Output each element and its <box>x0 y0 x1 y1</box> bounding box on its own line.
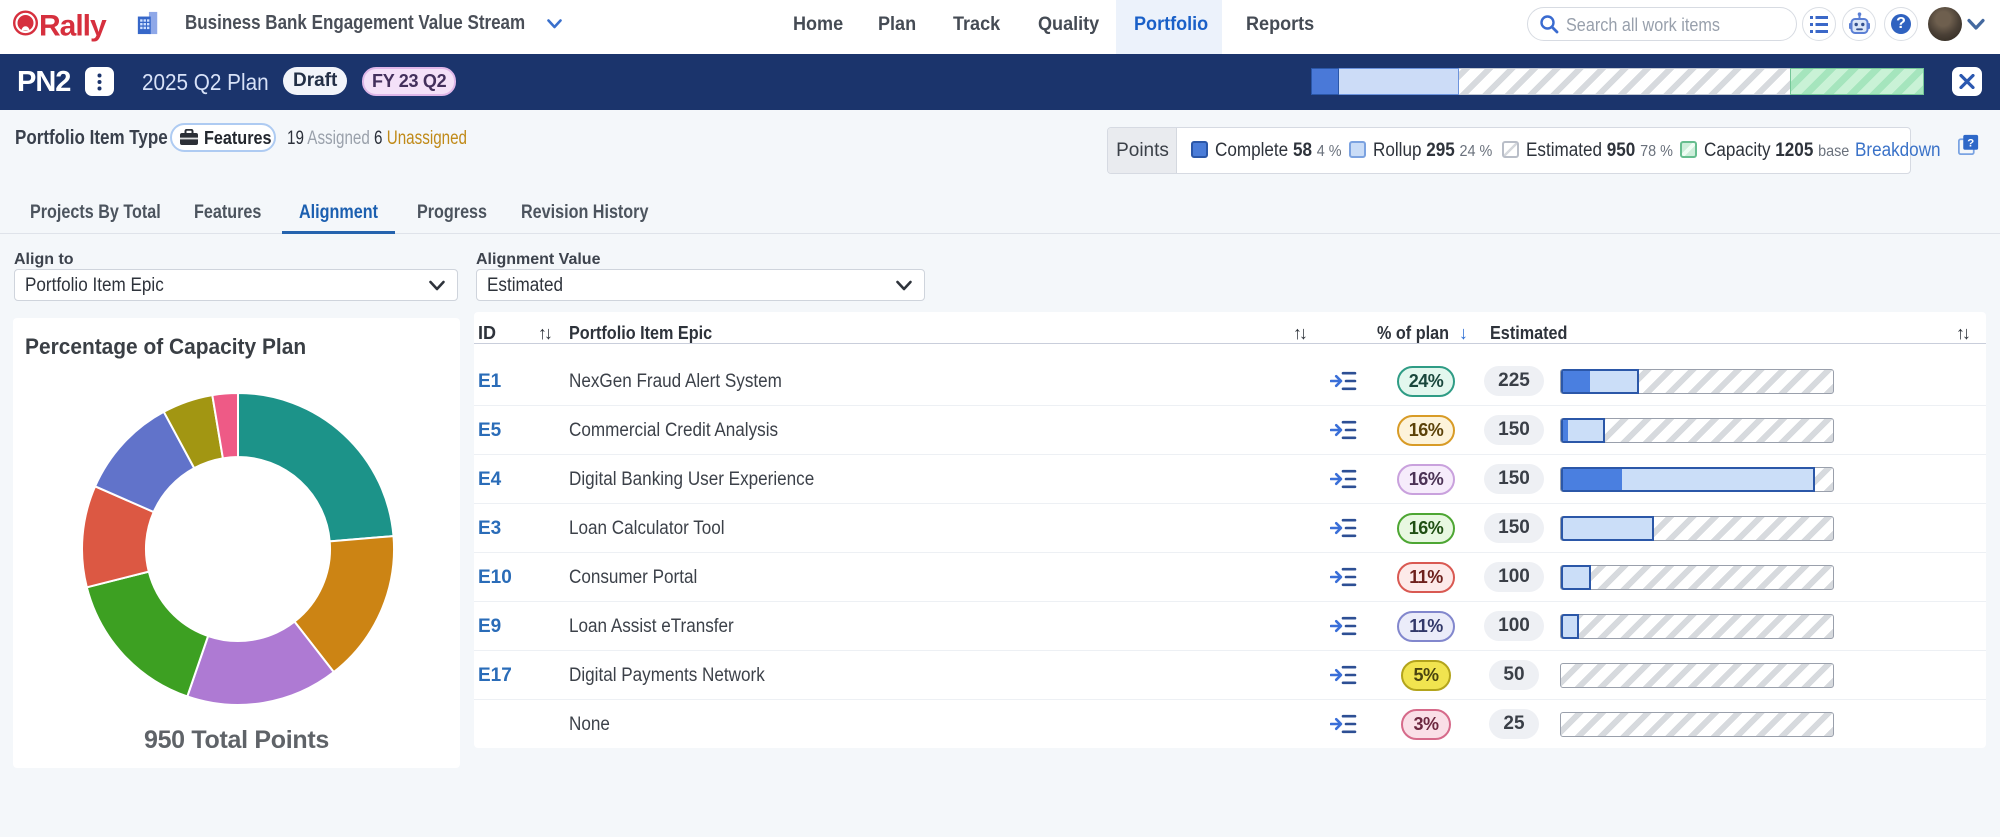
svg-text:Rally: Rally <box>39 10 107 43</box>
svg-text:?: ? <box>1967 138 1974 150</box>
